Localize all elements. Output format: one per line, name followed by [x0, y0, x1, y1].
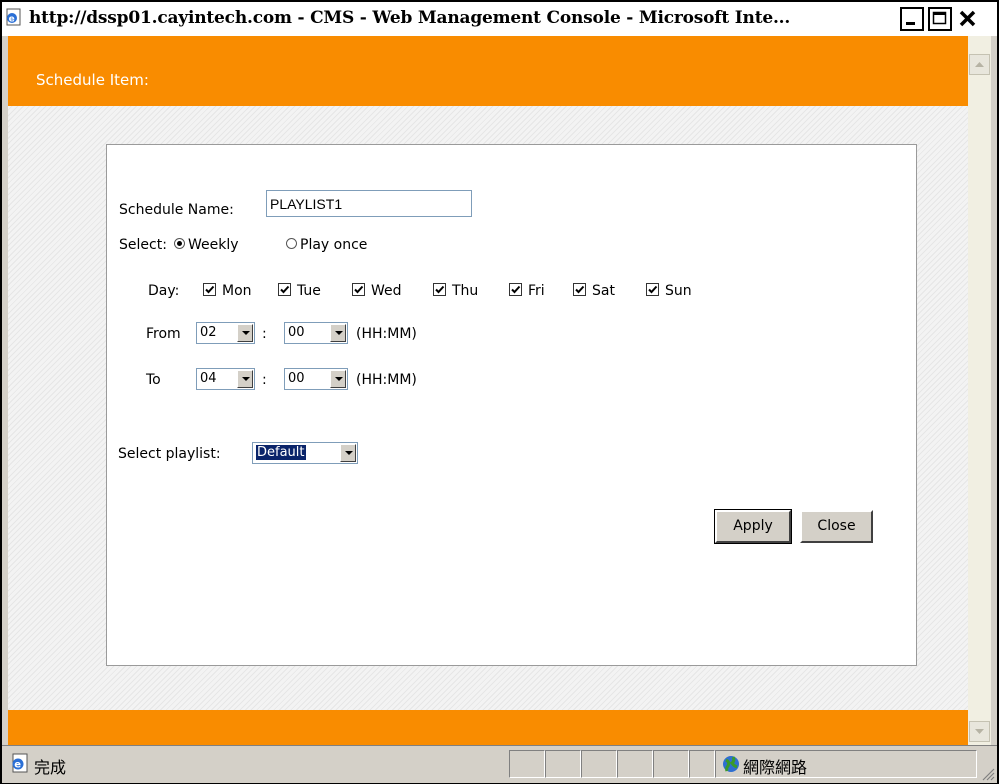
day-checkbox-tue[interactable]	[278, 283, 291, 296]
chevron-down-icon	[340, 444, 356, 462]
maximize-icon	[932, 11, 947, 25]
from-label: From	[146, 326, 181, 342]
status-text: 完成	[34, 758, 67, 777]
day-label-sat[interactable]: Sat	[592, 283, 615, 299]
status-pane	[617, 750, 653, 778]
page-viewport: Schedule Item: Schedule Name: Select: We…	[8, 36, 991, 745]
checkmark-icon	[205, 285, 215, 294]
status-pane	[689, 750, 715, 778]
time-format-hint: (HH:MM)	[356, 326, 417, 342]
zone-text: 網際網路	[743, 758, 808, 777]
checkmark-icon	[511, 285, 521, 294]
status-pane	[653, 750, 689, 778]
title-bar: e http://dssp01.cayintech.com - CMS - We…	[2, 2, 997, 36]
svg-text:e: e	[14, 760, 21, 771]
select-label: Select:	[119, 237, 167, 253]
resize-grip-icon[interactable]	[981, 767, 995, 781]
chevron-down-icon	[237, 324, 253, 342]
day-label: Day:	[148, 283, 180, 299]
chevron-down-icon	[330, 324, 346, 342]
day-checkbox-wed[interactable]	[352, 283, 365, 296]
status-pane	[581, 750, 617, 778]
checkmark-icon	[435, 285, 445, 294]
day-checkbox-sun[interactable]	[646, 283, 659, 296]
apply-button[interactable]: Apply	[714, 509, 792, 544]
ie-page-icon: e	[12, 753, 28, 773]
chevron-up-icon	[975, 62, 984, 67]
status-pane	[509, 750, 545, 778]
page-title: Schedule Item:	[36, 71, 149, 89]
day-label-wed[interactable]: Wed	[371, 283, 402, 299]
day-label-mon[interactable]: Mon	[222, 283, 252, 299]
checkmark-icon	[280, 285, 290, 294]
checkmark-icon	[648, 285, 658, 294]
minimize-icon	[906, 22, 915, 25]
window-title: http://dssp01.cayintech.com - CMS - Web …	[29, 8, 791, 28]
browser-window: e http://dssp01.cayintech.com - CMS - We…	[0, 0, 999, 784]
checkmark-icon	[354, 285, 364, 294]
day-checkbox-sat[interactable]	[573, 283, 586, 296]
day-checkbox-fri[interactable]	[509, 283, 522, 296]
header-bar: Schedule Item:	[8, 36, 968, 106]
to-minute-select[interactable]: 00	[284, 368, 348, 390]
weekly-radio[interactable]	[174, 238, 185, 249]
weekly-label[interactable]: Weekly	[188, 237, 239, 253]
play-once-radio[interactable]	[286, 238, 297, 249]
svg-text:e: e	[9, 15, 15, 25]
status-pane	[545, 750, 581, 778]
from-hour-select[interactable]: 02	[196, 322, 255, 344]
time-separator: :	[262, 326, 267, 342]
chevron-down-icon	[237, 370, 253, 388]
scroll-up-button[interactable]	[969, 54, 990, 75]
globe-icon	[723, 756, 739, 772]
maximize-button[interactable]	[928, 7, 952, 31]
chevron-down-icon	[330, 370, 346, 388]
playlist-select[interactable]: Default	[252, 442, 358, 464]
play-once-label[interactable]: Play once	[300, 237, 367, 253]
schedule-name-input[interactable]	[266, 190, 472, 217]
day-label-sun[interactable]: Sun	[665, 283, 692, 299]
day-label-thu[interactable]: Thu	[452, 283, 478, 299]
day-label-tue[interactable]: Tue	[297, 283, 321, 299]
from-minute-select[interactable]: 00	[284, 322, 348, 344]
schedule-form-panel: Schedule Name: Select: Weekly Play once …	[106, 144, 917, 666]
page-content: Schedule Item: Schedule Name: Select: We…	[8, 36, 968, 745]
time-separator: :	[262, 372, 267, 388]
time-format-hint: (HH:MM)	[356, 372, 417, 388]
ie-page-icon: e	[6, 8, 21, 26]
schedule-name-label: Schedule Name:	[119, 202, 234, 218]
status-bar: e 完成 網際網路	[2, 745, 997, 783]
to-hour-select[interactable]: 04	[196, 368, 255, 390]
day-checkbox-mon[interactable]	[203, 283, 216, 296]
scroll-down-button[interactable]	[969, 721, 990, 742]
close-window-button[interactable]	[956, 7, 980, 31]
close-button[interactable]: Close	[800, 510, 873, 543]
playlist-label: Select playlist:	[118, 446, 221, 462]
chevron-down-icon	[975, 729, 984, 734]
vertical-scrollbar[interactable]	[968, 36, 991, 745]
checkmark-icon	[575, 285, 585, 294]
to-label: To	[146, 372, 161, 388]
day-checkbox-thu[interactable]	[433, 283, 446, 296]
close-icon	[959, 10, 976, 27]
footer-bar	[8, 710, 968, 745]
minimize-button[interactable]	[900, 7, 924, 31]
day-label-fri[interactable]: Fri	[528, 283, 545, 299]
